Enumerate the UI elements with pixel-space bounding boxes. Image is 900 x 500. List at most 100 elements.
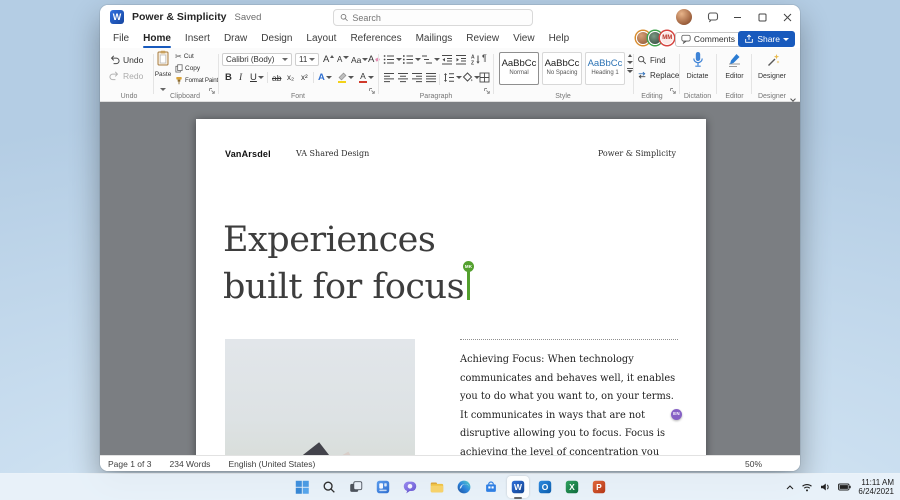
align-right-button[interactable] [411,72,423,83]
underline-button[interactable]: U [250,70,264,85]
taskbar-icon-search[interactable] [318,476,340,498]
increase-indent-button[interactable] [455,54,467,65]
font-size-combo[interactable]: 11 [295,53,319,66]
justify-button[interactable] [425,72,437,83]
tab-design[interactable]: Design [254,29,299,48]
line-spacing-button[interactable] [443,72,462,83]
bold-button[interactable]: B [225,70,232,85]
superscript-button[interactable]: x² [301,70,308,85]
cut-button[interactable]: ✂ Cut [175,52,194,61]
decrease-indent-button[interactable] [441,54,453,65]
tab-file[interactable]: File [106,29,136,48]
style-heading-1[interactable]: AaBbCc Heading 1 [585,52,625,85]
zoom-level[interactable]: 50% [745,459,762,469]
word-count[interactable]: 234 Words [169,459,210,469]
undo-button[interactable]: Undo [109,54,143,65]
highlight-button[interactable] [337,70,354,85]
battery-icon[interactable] [838,483,852,491]
tab-mailings[interactable]: Mailings [409,29,460,48]
font-name-combo[interactable]: Calibri (Body) [222,53,292,66]
font-dialog-launcher[interactable] [368,82,376,100]
copy-button[interactable]: Copy [175,64,200,73]
tray-chevron-icon[interactable] [786,484,794,490]
clock[interactable]: 11:11 AM 6/24/2021 [858,478,894,497]
taskbar-icon-task-view[interactable] [345,476,367,498]
tab-references[interactable]: References [343,29,408,48]
dictate-button[interactable] [681,51,714,74]
style-no-spacing[interactable]: AaBbCc No Spacing [542,52,582,85]
search-bar[interactable] [333,9,533,26]
designer-button[interactable] [753,53,791,73]
taskbar-icon-outlook[interactable]: O [534,476,556,498]
dictation-group: Dictate Dictation [681,48,714,102]
italic-button[interactable]: I [239,70,242,85]
close-button[interactable] [775,5,800,29]
shrink-font-button[interactable]: A [337,53,350,66]
sort-button[interactable]: AZ [470,54,481,65]
feedback-button[interactable] [700,5,725,29]
doc-body-paragraph[interactable]: Achieving Focus: When technology communi… [460,351,682,455]
taskbar-icon-chat[interactable] [399,476,421,498]
font-name-value: Calibri (Body) [226,55,275,64]
tab-review[interactable]: Review [459,29,506,48]
align-center-button[interactable] [397,72,409,83]
user-avatar[interactable] [676,9,692,25]
show-formatting-button[interactable]: ¶ [482,53,487,63]
strikethrough-button[interactable]: ab [272,70,281,85]
editor-label: Editor [725,73,744,80]
share-button[interactable]: Share [738,31,795,47]
numbering-button[interactable] [402,54,421,65]
shading-button[interactable] [462,72,480,83]
document-page[interactable]: VanArsdel VA Shared Design Power & Simpl… [196,119,706,455]
taskbar-icon-word[interactable]: W [506,476,529,499]
replace-button[interactable]: Replace [637,70,679,80]
subscript-button[interactable]: x₂ [287,70,294,85]
taskbar-icon-store[interactable] [480,476,502,498]
tab-home[interactable]: Home [136,29,178,48]
taskbar-icon-excel[interactable]: X [561,476,583,498]
find-button[interactable]: Find [637,55,666,65]
font-group: Calibri (Body) 11 A A Aa A B I U ab x₂ x… [220,48,381,102]
taskbar-icon-start[interactable] [291,476,313,498]
align-left-button[interactable] [383,72,395,83]
line-spacing-icon [444,73,454,82]
clipboard-dialog-launcher[interactable] [208,82,216,100]
tab-insert[interactable]: Insert [178,29,217,48]
editing-dialog-launcher[interactable] [669,82,677,100]
tab-help[interactable]: Help [542,29,577,48]
comments-button[interactable]: Comments [674,31,741,47]
tab-view[interactable]: View [506,29,542,48]
redo-button[interactable]: Redo [109,70,143,81]
paste-button[interactable]: Paste [154,50,172,96]
speaker-icon[interactable] [820,482,831,492]
taskbar-icon-edge[interactable] [453,476,475,498]
tab-draw[interactable]: Draw [217,29,254,48]
taskbar-icon-file-explorer[interactable] [426,476,448,498]
doc-header-center: VA Shared Design [296,149,370,158]
align-right-icon [412,73,422,83]
svg-text:O: O [541,482,548,492]
minimize-button[interactable] [725,5,750,29]
doc-header-logo: VanArsdel [225,149,271,159]
change-case-button[interactable]: Aa [351,53,369,66]
taskbar-icon-powerpoint[interactable]: P [588,476,610,498]
taskbar-icon-widgets[interactable] [372,476,394,498]
style-normal[interactable]: AaBbCc Normal [499,52,539,85]
wifi-icon[interactable] [801,482,813,492]
text-effects-button[interactable]: A [318,70,332,85]
search-input[interactable] [352,12,526,23]
multilevel-list-button[interactable] [421,54,440,65]
collaborator-avatar-3[interactable]: MM [660,31,675,45]
tab-layout[interactable]: Layout [299,29,343,48]
editor-button[interactable] [718,53,751,73]
page-indicator[interactable]: Page 1 of 3 [108,459,151,469]
grow-font-button[interactable]: A [323,53,335,66]
language-indicator[interactable]: English (United States) [228,459,315,469]
bullets-button[interactable] [383,54,402,65]
multilevel-list-icon [422,55,432,64]
maximize-button[interactable] [750,5,775,29]
save-status[interactable]: Saved [235,12,262,23]
document-image[interactable] [225,339,415,455]
paragraph-dialog-launcher[interactable] [483,82,491,100]
style-scroll-up-icon[interactable] [628,54,632,57]
